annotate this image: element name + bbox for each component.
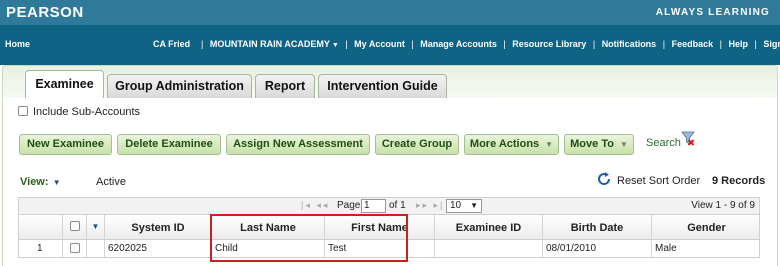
nav-links: | MOUNTAIN RAIN ACADEMY ▼ | My Account | … xyxy=(197,39,780,49)
column-header-system-id[interactable]: System ID xyxy=(105,215,212,239)
chevron-down-icon: ▼ xyxy=(331,42,339,49)
nav-separator: | xyxy=(345,39,348,49)
delete-examinee-button[interactable]: Delete Examinee xyxy=(117,134,221,155)
nav-separator: | xyxy=(503,39,506,49)
column-header-menu[interactable]: ▼ xyxy=(87,215,105,239)
nav-sign-out-link[interactable]: Sign Out xyxy=(763,39,780,49)
nav-separator: | xyxy=(662,39,666,49)
row-checkbox[interactable] xyxy=(70,243,80,253)
view-selector[interactable]: View: ▼ xyxy=(20,176,61,188)
pager-first-prev-icon[interactable]: |◂ ◂◂ xyxy=(301,200,329,211)
include-subaccounts-option[interactable]: Include Sub-Accounts xyxy=(18,106,140,118)
tab-strip: Examinee Group Administration Report Int… xyxy=(0,65,780,98)
refresh-icon[interactable] xyxy=(596,171,612,187)
pager-next-last-icon[interactable]: ▸▸ ▸| xyxy=(416,200,444,211)
search-link[interactable]: Search xyxy=(646,137,681,149)
view-value: Active xyxy=(96,176,126,188)
nav-user-name: CA Fried xyxy=(153,39,191,49)
nav-account-selector[interactable]: MOUNTAIN RAIN ACADEMY ▼ xyxy=(210,39,339,49)
chevron-down-icon: ▼ xyxy=(50,178,61,187)
column-header-examinee-id[interactable]: Examinee ID xyxy=(435,215,543,239)
chevron-down-icon: ▼ xyxy=(545,140,554,149)
nav-my-account-link[interactable]: My Account xyxy=(354,39,405,49)
reset-sort-order-link[interactable]: Reset Sort Order xyxy=(617,175,700,187)
pager-page-label: Page xyxy=(337,200,361,211)
nav-resource-library-link[interactable]: Resource Library xyxy=(512,39,586,49)
row-number-cell: 1 xyxy=(19,240,63,257)
nav-separator: | xyxy=(201,39,204,49)
chevron-down-icon: ▼ xyxy=(91,222,100,231)
nav-home-link[interactable]: Home xyxy=(5,39,30,49)
brand-tagline: ALWAYS LEARNING xyxy=(655,7,770,18)
search-clear-icon[interactable] xyxy=(681,131,695,147)
view-label: View: xyxy=(20,176,49,188)
tab-intervention-guide[interactable]: Intervention Guide xyxy=(318,74,447,98)
create-group-button[interactable]: Create Group xyxy=(375,134,459,155)
nav-separator: | xyxy=(592,39,596,49)
pager-page-size-select[interactable]: 10 ▼ xyxy=(446,199,482,213)
include-subaccounts-checkbox[interactable] xyxy=(18,106,28,116)
pager-page-input[interactable]: 1 xyxy=(361,199,386,213)
column-header-select xyxy=(63,215,87,239)
main-nav: Home CA Fried | MOUNTAIN RAIN ACADEMY ▼ |… xyxy=(0,25,780,65)
chevron-down-icon: ▼ xyxy=(619,140,628,149)
tab-examinee[interactable]: Examinee xyxy=(25,70,104,98)
tab-report[interactable]: Report xyxy=(255,74,315,98)
column-header-birth-date[interactable]: Birth Date xyxy=(543,215,652,239)
system-id-cell: 6202025 xyxy=(105,240,212,257)
include-subaccounts-label: Include Sub-Accounts xyxy=(33,106,141,118)
grid-pager: |◂ ◂◂ Page 1 of 1 ▸▸ ▸| 10 ▼ View 1 - 9 o… xyxy=(18,197,760,214)
row-menu-cell xyxy=(87,240,105,257)
nav-feedback-link[interactable]: Feedback xyxy=(672,39,714,49)
tab-group-administration[interactable]: Group Administration xyxy=(107,74,252,98)
nav-separator: | xyxy=(754,39,757,49)
nav-manage-accounts-link[interactable]: Manage Accounts xyxy=(420,39,497,49)
select-all-checkbox[interactable] xyxy=(69,221,80,231)
pearson-logo[interactable]: PEARSON xyxy=(6,4,84,21)
records-count: 9 Records xyxy=(712,175,766,187)
pager-view-count: View 1 - 9 of 9 xyxy=(691,200,755,211)
birth-date-cell: 08/01/2010 xyxy=(543,240,652,257)
more-actions-label: More Actions xyxy=(469,138,540,150)
nav-separator: | xyxy=(411,39,414,49)
column-header-gender[interactable]: Gender xyxy=(652,215,761,239)
brand-bar: PEARSON ALWAYS LEARNING xyxy=(0,0,780,25)
more-actions-button[interactable]: More Actions ▼ xyxy=(464,134,559,155)
column-header-row-number xyxy=(19,215,63,239)
new-examinee-button[interactable]: New Examinee xyxy=(19,134,112,155)
chevron-down-icon: ▼ xyxy=(470,201,478,210)
gender-cell: Male xyxy=(655,243,677,254)
move-to-label: Move To xyxy=(570,138,614,150)
pager-page-size-value: 10 xyxy=(450,200,462,211)
move-to-button[interactable]: Move To ▼ xyxy=(564,134,634,155)
nav-separator: | xyxy=(719,39,722,49)
nav-notifications-link[interactable]: Notifications xyxy=(602,39,657,49)
row-select-cell xyxy=(63,240,87,257)
pager-of-label: of 1 xyxy=(389,200,406,211)
assign-new-assessment-button[interactable]: Assign New Assessment xyxy=(226,134,370,155)
nav-help-link[interactable]: Help xyxy=(728,39,748,49)
name-columns-highlight xyxy=(210,214,408,262)
examinee-id-cell xyxy=(435,240,543,257)
